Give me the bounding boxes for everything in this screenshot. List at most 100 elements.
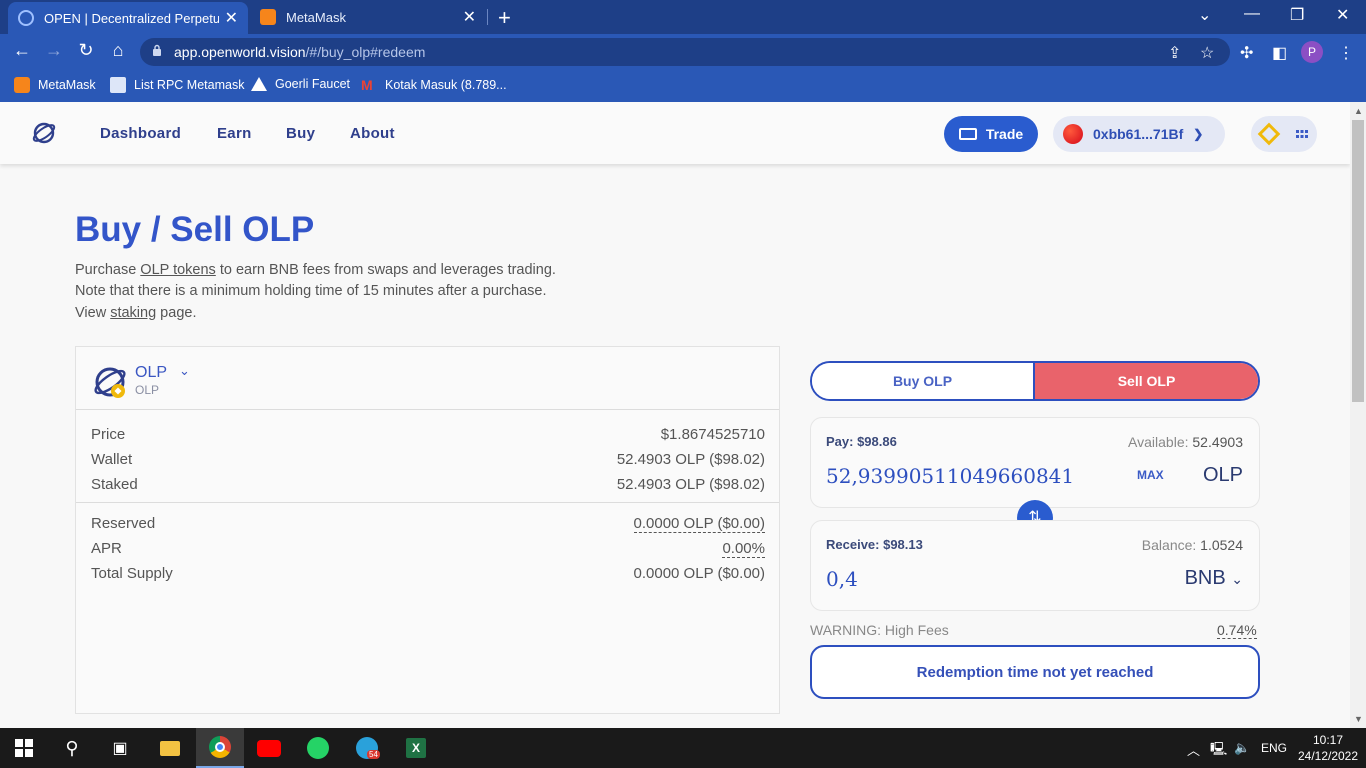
desc-text: Purchase (75, 262, 141, 278)
nav-earn[interactable]: Earn (217, 125, 252, 142)
receive-box: Receive: $98.13 Balance: 1.0524 0,4 BNB … (810, 520, 1260, 611)
redemption-button[interactable]: Redemption time not yet reached (810, 645, 1260, 699)
volume-icon[interactable]: 🔈 (1234, 740, 1250, 756)
chrome-menu-icon[interactable]: ⋮ (1338, 43, 1354, 63)
telegram-button[interactable]: 54 (343, 728, 391, 768)
app-navbar: Dashboard Earn Buy About Trade 0xbb61...… (0, 102, 1350, 164)
task-view-button[interactable]: ▣ (96, 728, 144, 768)
minimize-button[interactable]: — (1244, 5, 1260, 23)
receive-token: BNB (1184, 567, 1226, 589)
stat-value-tooltip[interactable]: 0.00% (722, 540, 765, 558)
wallet-button[interactable]: 0xbb61...71Bf ❯ (1053, 116, 1225, 152)
profile-avatar[interactable]: P (1301, 41, 1323, 63)
metamask-fox-icon (260, 9, 276, 25)
sell-olp-tab[interactable]: Sell OLP (1035, 363, 1258, 399)
bookmark-label: List RPC Metamask (134, 78, 245, 92)
nav-buy[interactable]: Buy (286, 125, 315, 142)
side-panel-icon[interactable]: ◧ (1272, 43, 1287, 63)
staking-link[interactable]: staking (110, 305, 156, 321)
extensions-icon[interactable]: ✣ (1240, 43, 1253, 63)
available-value: 52.4903 (1192, 434, 1243, 450)
token-name: OLP (135, 364, 168, 381)
olp-tokens-link[interactable]: OLP tokens (140, 262, 216, 278)
stat-label: APR (91, 540, 122, 557)
receive-token-selector[interactable]: BNB ⌄ (1185, 567, 1243, 590)
file-explorer-button[interactable] (146, 728, 194, 768)
stat-value-tooltip[interactable]: 0.0000 OLP ($0.00) (633, 515, 765, 533)
reload-button[interactable]: ↻ (74, 40, 98, 61)
grid-menu-icon (1296, 130, 1308, 138)
tray-overflow-icon[interactable]: ︿ (1187, 740, 1200, 759)
bookmark-star-icon[interactable]: ☆ (1200, 43, 1214, 63)
scrollbar-thumb[interactable] (1352, 120, 1364, 402)
trade-label: Trade (985, 126, 1024, 142)
network-icon[interactable]: 🖳 (1210, 740, 1227, 762)
bookmark-label: Kotak Masuk (8.789... (385, 78, 507, 92)
stat-value: 52.4903 OLP ($98.02) (616, 451, 765, 468)
network-menu-button[interactable] (1251, 116, 1317, 152)
share-icon[interactable]: ⇪ (1168, 43, 1181, 63)
start-button[interactable] (0, 728, 48, 768)
fee-percentage[interactable]: 0.74% (1217, 622, 1257, 639)
youtube-button[interactable] (245, 728, 293, 768)
page-scrollbar[interactable]: ▲ ▼ (1350, 102, 1366, 728)
whatsapp-button[interactable] (294, 728, 342, 768)
maximize-button[interactable]: ❐ (1290, 5, 1304, 25)
bookmark-list-rpc[interactable]: List RPC Metamask (110, 77, 244, 93)
tab-title: OPEN | Decentralized Perpetual E (44, 10, 219, 26)
trade-button[interactable]: Trade (944, 116, 1038, 152)
receive-label: Receive: $98.13 (826, 537, 923, 552)
stat-label: Wallet (91, 451, 133, 468)
new-tab-button[interactable]: + (498, 5, 511, 31)
stat-value: 0.0000 OLP ($0.00) (633, 565, 765, 582)
scroll-up-arrow-icon[interactable]: ▲ (1354, 106, 1363, 116)
nav-dashboard[interactable]: Dashboard (100, 125, 181, 142)
url-path: /#/buy_olp#redeem (305, 44, 426, 60)
folder-icon (160, 740, 180, 756)
metamask-fox-icon (14, 77, 30, 93)
faucet-triangle-icon (251, 77, 267, 91)
token-selector[interactable]: OLP ⌄ OLP (76, 347, 779, 410)
max-button[interactable]: MAX (1137, 468, 1164, 482)
windows-taskbar: ⚲ ▣ 54 X ︿ 🖳 🔈 ENG 10:17 24/12/2022 (0, 728, 1366, 768)
language-indicator[interactable]: ENG (1261, 741, 1287, 755)
pay-label: Pay: $98.86 (826, 434, 897, 449)
bookmark-metamask[interactable]: MetaMask (14, 77, 96, 93)
nav-about[interactable]: About (350, 125, 395, 142)
stat-label: Price (91, 426, 126, 443)
omnibox[interactable]: app.openworld.vision/#/buy_olp#redeem (140, 38, 1230, 66)
rpc-icon (110, 77, 126, 93)
close-tab-icon[interactable]: ✕ (463, 7, 476, 27)
tab-separator (487, 9, 488, 25)
olp-token-icon (94, 367, 126, 398)
bnb-chain-icon (1257, 122, 1281, 146)
whatsapp-icon (307, 737, 329, 759)
buy-sell-toggle: Buy OLP Sell OLP (810, 361, 1260, 401)
forward-button[interactable]: → (42, 40, 66, 61)
excel-button[interactable]: X (392, 728, 440, 768)
url-host: app.openworld.vision (174, 44, 306, 60)
clock[interactable]: 10:17 24/12/2022 (1296, 732, 1360, 764)
scroll-down-arrow-icon[interactable]: ▼ (1354, 714, 1363, 724)
bookmark-goerli-faucet[interactable]: Goerli Faucet (251, 77, 350, 91)
stat-label: Staked (91, 476, 138, 493)
tab-metamask[interactable]: MetaMask ✕ (250, 0, 486, 34)
chevron-down-icon: ⌄ (1231, 571, 1243, 587)
high-fees-warning: WARNING: High Fees (810, 622, 949, 638)
home-button[interactable]: ⌂ (106, 40, 130, 61)
tab-search-chevron-icon[interactable]: ⌄ (1198, 5, 1211, 25)
receive-amount-input[interactable]: 0,4 (826, 567, 858, 591)
buy-olp-tab[interactable]: Buy OLP (812, 363, 1035, 399)
balance-value: 1.0524 (1200, 537, 1243, 553)
chrome-taskbar-button[interactable] (196, 728, 244, 768)
bookmark-gmail[interactable]: M Kotak Masuk (8.789... (361, 77, 507, 93)
tab-open-app[interactable]: OPEN | Decentralized Perpetual E ✕ (8, 2, 248, 34)
open-logo-icon[interactable] (31, 120, 57, 146)
desc-text: page. (156, 305, 197, 321)
search-button[interactable]: ⚲ (48, 728, 96, 768)
close-window-button[interactable]: ✕ (1336, 5, 1349, 25)
pay-amount-input[interactable]: 52,93990511049660841 (826, 464, 1074, 488)
back-button[interactable]: ← (10, 40, 34, 61)
stat-value: 52.4903 OLP ($98.02) (616, 476, 765, 493)
close-tab-icon[interactable]: ✕ (225, 8, 238, 28)
